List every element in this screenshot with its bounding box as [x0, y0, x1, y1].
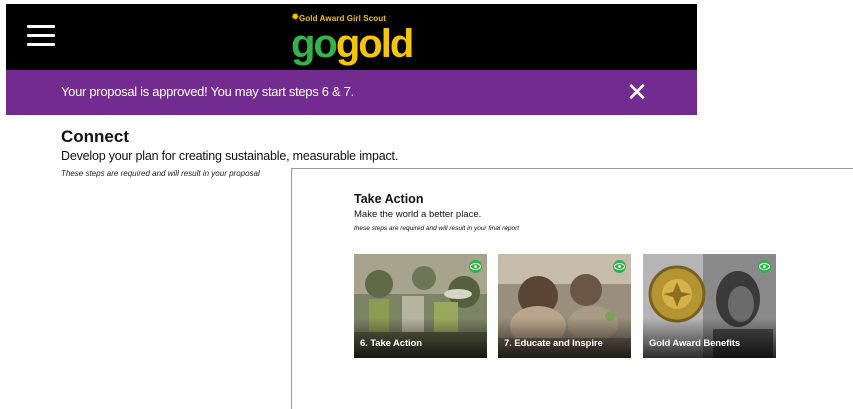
approval-banner: Your proposal is approved! You may start… [6, 70, 697, 115]
connect-note: These steps are required and will result… [61, 169, 260, 178]
connect-subtitle: Develop your plan for creating sustainab… [61, 149, 399, 163]
close-icon[interactable]: ✕ [625, 79, 649, 105]
eye-icon[interactable] [758, 260, 771, 273]
card-label: 7. Educate and Inspire [504, 338, 603, 349]
take-action-note: these steps are required and will result… [354, 225, 520, 232]
logo-wordmark: gogold [291, 22, 414, 66]
card-label: Gold Award Benefits [649, 338, 741, 349]
card-label: 6. Take Action [360, 338, 422, 349]
eye-icon[interactable] [469, 260, 482, 273]
banner-message: Your proposal is approved! You may start… [61, 84, 354, 99]
take-action-subtitle: Make the world a better place. [354, 209, 482, 220]
card-take-action[interactable]: 6. Take Action [354, 254, 487, 358]
app-header: ✹ Gold Award Girl Scout gogold [6, 4, 697, 70]
hamburger-menu-icon[interactable] [27, 25, 55, 47]
logo-word-go: go [291, 22, 338, 66]
card-gold-award-benefits[interactable]: Gold Award Benefits [643, 254, 776, 358]
connect-heading: Connect [61, 127, 129, 146]
gogold-logo[interactable]: ✹ Gold Award Girl Scout gogold [291, 12, 431, 66]
eye-icon[interactable] [613, 260, 626, 273]
logo-word-gold: gold [335, 22, 414, 66]
card-educate-and-inspire[interactable]: 7. Educate and Inspire [498, 254, 631, 358]
take-action-heading: Take Action [354, 192, 424, 206]
